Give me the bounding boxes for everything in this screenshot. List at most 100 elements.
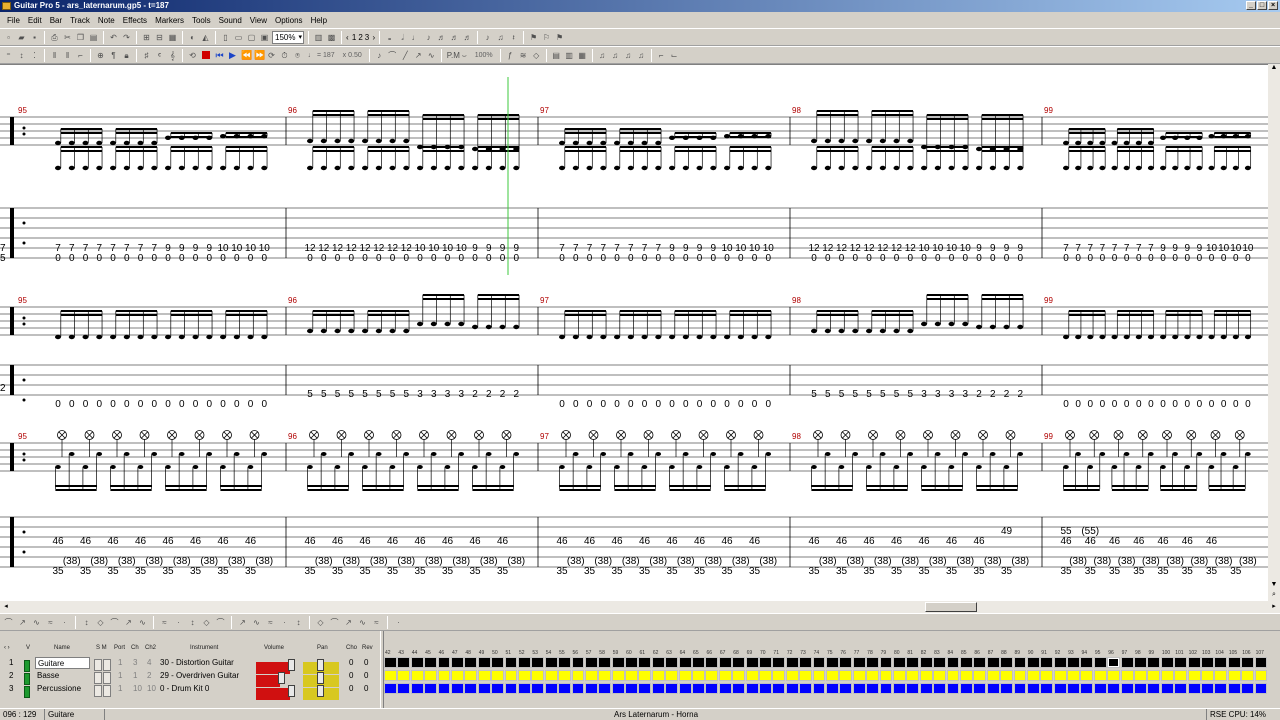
track-channel[interactable]: 1 — [133, 670, 137, 682]
track-name[interactable]: Basse — [35, 670, 90, 682]
bar-grid-cell[interactable] — [437, 670, 451, 681]
bar-grid-cell[interactable] — [1201, 657, 1214, 668]
beam-3-icon[interactable]: ♫ — [623, 50, 634, 61]
sixteenth-note-icon[interactable]: ♬ — [436, 32, 447, 43]
delete-bar-icon[interactable]: ⊟ — [154, 32, 165, 43]
wah-icon[interactable]: ↗ — [237, 617, 248, 628]
bar-grid-cell[interactable] — [852, 683, 866, 694]
clef-icon[interactable]: 𝄞 — [167, 50, 178, 61]
bar-grid-cell[interactable] — [839, 657, 853, 668]
track-reverb[interactable]: 0 — [364, 670, 368, 682]
slide-icon[interactable]: ╱ — [400, 50, 411, 61]
bar-grid-cell[interactable] — [745, 670, 759, 681]
bar-grid-cell[interactable] — [718, 670, 732, 681]
menu-item-help[interactable]: Help — [307, 16, 331, 25]
bar-grid-cell[interactable] — [879, 657, 893, 668]
menu-item-markers[interactable]: Markers — [151, 16, 188, 25]
bar-grid-cell[interactable] — [892, 683, 906, 694]
bar-grid-cell[interactable] — [424, 683, 438, 694]
bar-grid-cell[interactable] — [973, 683, 987, 694]
bar-grid-cell[interactable] — [544, 670, 558, 681]
bar-grid-cell[interactable] — [973, 670, 987, 681]
print-icon[interactable]: ⎙ — [49, 32, 60, 43]
bar-grid-cell[interactable] — [1227, 683, 1241, 694]
page-3[interactable]: 3 — [364, 33, 370, 42]
bar-grid-cell[interactable] — [1013, 683, 1027, 694]
bar-grid-cell[interactable] — [464, 683, 478, 694]
dynamic-icon[interactable]: ƒ — [505, 50, 516, 61]
metronome-icon[interactable]: ◭ — [200, 32, 211, 43]
tuplet-icon[interactable]: ♫ — [495, 32, 506, 43]
track-channel[interactable]: 10 — [133, 683, 142, 695]
lock-icon[interactable]: 🔒︎ — [121, 50, 132, 61]
text-icon[interactable]: · — [279, 617, 290, 628]
bar-grid-cell[interactable] — [1080, 683, 1094, 694]
bar-grid-cell[interactable] — [812, 657, 826, 668]
bar-grid-cell[interactable] — [1227, 657, 1241, 668]
bar-grid-cell[interactable] — [558, 670, 571, 681]
bar-grid-cell[interactable] — [464, 657, 478, 668]
maximize-button[interactable]: □ — [1257, 1, 1267, 10]
staccato-icon[interactable]: ⁚ — [29, 50, 40, 61]
time-signature-icon[interactable]: 𝄴 — [154, 50, 165, 61]
bar-grid-cell[interactable] — [785, 670, 799, 681]
dynamic-icon[interactable]: ∿ — [251, 617, 262, 628]
new-file-icon[interactable]: ▫ — [3, 32, 14, 43]
zoom-select[interactable]: 150% — [272, 30, 304, 44]
segno-icon[interactable]: ¶ — [108, 50, 119, 61]
track-chorus[interactable]: 0 — [349, 657, 353, 669]
bar-grid-cell[interactable] — [611, 657, 625, 668]
beam-2-icon[interactable]: ♫ — [610, 50, 621, 61]
bar-grid-cell[interactable] — [1241, 657, 1255, 668]
bar-grid-cell[interactable] — [1201, 683, 1214, 694]
page-2[interactable]: 2 — [357, 33, 363, 42]
bar-grid-cell[interactable] — [1214, 683, 1228, 694]
track-channel-2[interactable]: 10 — [147, 683, 156, 695]
bar-grid-cell[interactable] — [424, 670, 438, 681]
bar-grid-cell[interactable] — [1053, 683, 1067, 694]
bar-grid-cell[interactable] — [598, 683, 612, 694]
ghost-note-icon[interactable]: ↕ — [16, 50, 27, 61]
stop-icon[interactable] — [202, 51, 210, 59]
slur-icon[interactable]: ⌒ — [3, 617, 14, 628]
bar-grid-cell[interactable] — [919, 683, 933, 694]
bar-grid-cell[interactable] — [410, 670, 424, 681]
bar-grid-cell[interactable] — [598, 657, 612, 668]
harmonic-icon[interactable]: ◇ — [95, 617, 106, 628]
rest-icon[interactable]: 𝄽 — [508, 32, 519, 43]
bar-grid-cell[interactable] — [959, 657, 973, 668]
bar-grid-cell[interactable] — [1160, 670, 1174, 681]
bar-grid-cell[interactable] — [477, 670, 491, 681]
solo-button[interactable] — [94, 685, 102, 697]
bar-grid-cell[interactable] — [544, 683, 558, 694]
bar-grid-cell[interactable] — [584, 670, 598, 681]
vibrato-icon[interactable]: ∿ — [426, 50, 437, 61]
stem-up-icon[interactable]: ⌐ — [656, 50, 667, 61]
bar-grid-cell[interactable] — [1254, 683, 1268, 694]
bar-grid-cell[interactable] — [692, 657, 705, 668]
pop-icon[interactable]: · — [173, 617, 184, 628]
horizontal-scroll-thumb[interactable] — [925, 602, 977, 612]
bar-grid-cell[interactable] — [732, 670, 746, 681]
dotted-note-icon[interactable]: ♪ — [482, 32, 493, 43]
menu-item-effects[interactable]: Effects — [119, 16, 151, 25]
scroll-left-icon[interactable]: ◂ — [0, 602, 12, 612]
bend-icon[interactable]: ≈ — [45, 617, 56, 628]
stroke-icon[interactable]: ≈ — [371, 617, 382, 628]
page-selector[interactable]: ‹ 123 › — [346, 33, 375, 42]
menu-item-track[interactable]: Track — [66, 16, 94, 25]
half-note-icon[interactable]: 𝅗𝅥 — [397, 32, 408, 43]
bar-grid-cell[interactable] — [1254, 657, 1268, 668]
bar-grid-cell[interactable] — [625, 670, 638, 681]
palm-mute-icon[interactable]: P.M — [446, 50, 460, 61]
track-row[interactable]: 3 Percussione 1 10 10 0 - Drum Kit 0 00 — [0, 683, 378, 700]
bar-grid-cell[interactable] — [1026, 683, 1040, 694]
bar-grid-cell[interactable] — [1147, 683, 1161, 694]
bar-grid-cell[interactable] — [1201, 670, 1214, 681]
bar-grid-cell[interactable] — [678, 670, 692, 681]
track-row[interactable]: 2 Basse 1 1 2 29 - Overdriven Guitar 0 0 — [0, 670, 378, 687]
bar-grid-cell[interactable] — [665, 683, 679, 694]
count-down-icon[interactable]: ⍟ — [292, 50, 303, 61]
let-ring-icon[interactable]: ↗ — [123, 617, 134, 628]
track-reverb[interactable]: 0 — [364, 657, 368, 669]
